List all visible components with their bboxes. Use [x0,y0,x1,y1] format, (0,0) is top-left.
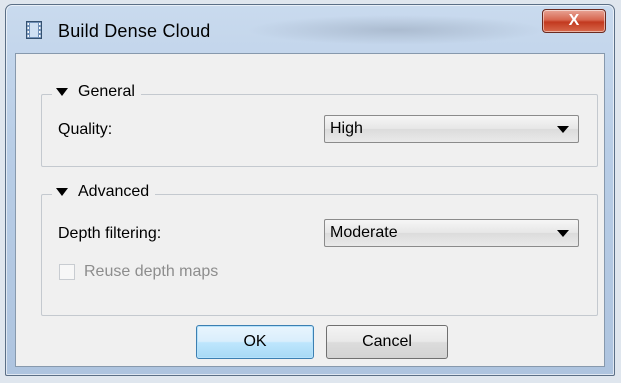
quality-label: Quality: [58,121,113,138]
advanced-group: Advanced Depth filtering: Moderate Reuse… [41,183,598,316]
title-bar[interactable]: Build Dense Cloud X [6,5,614,55]
collapse-triangle-icon [56,188,68,196]
cancel-button[interactable]: Cancel [326,325,448,359]
general-group-toggle[interactable]: General [52,83,141,101]
chevron-down-icon [557,230,569,237]
chevron-down-icon [557,126,569,133]
window-title: Build Dense Cloud [58,21,211,41]
reuse-depth-maps-label: Reuse depth maps [84,263,219,280]
advanced-group-toggle[interactable]: Advanced [52,183,156,201]
close-button[interactable]: X [542,9,606,33]
reuse-depth-maps-checkbox[interactable] [59,264,75,280]
depth-filtering-select-value: Moderate [330,224,398,241]
depth-filtering-label: Depth filtering: [58,225,162,242]
collapse-triangle-icon [56,88,68,96]
film-strip-icon [26,21,42,39]
general-group: General Quality: High [41,83,598,167]
title-bar-background [246,15,546,45]
general-group-heading: General [78,83,135,100]
dialog-body: General Quality: High Advanced Depth fil… [15,53,605,367]
depth-filtering-select[interactable]: Moderate [324,219,579,247]
ok-button[interactable]: OK [196,325,314,359]
dialog-window: Build Dense Cloud X General Quality: Hig… [5,4,615,376]
advanced-group-heading: Advanced [78,183,150,200]
close-icon: X [568,12,580,29]
quality-select-value: High [330,120,363,137]
quality-select[interactable]: High [324,115,579,143]
